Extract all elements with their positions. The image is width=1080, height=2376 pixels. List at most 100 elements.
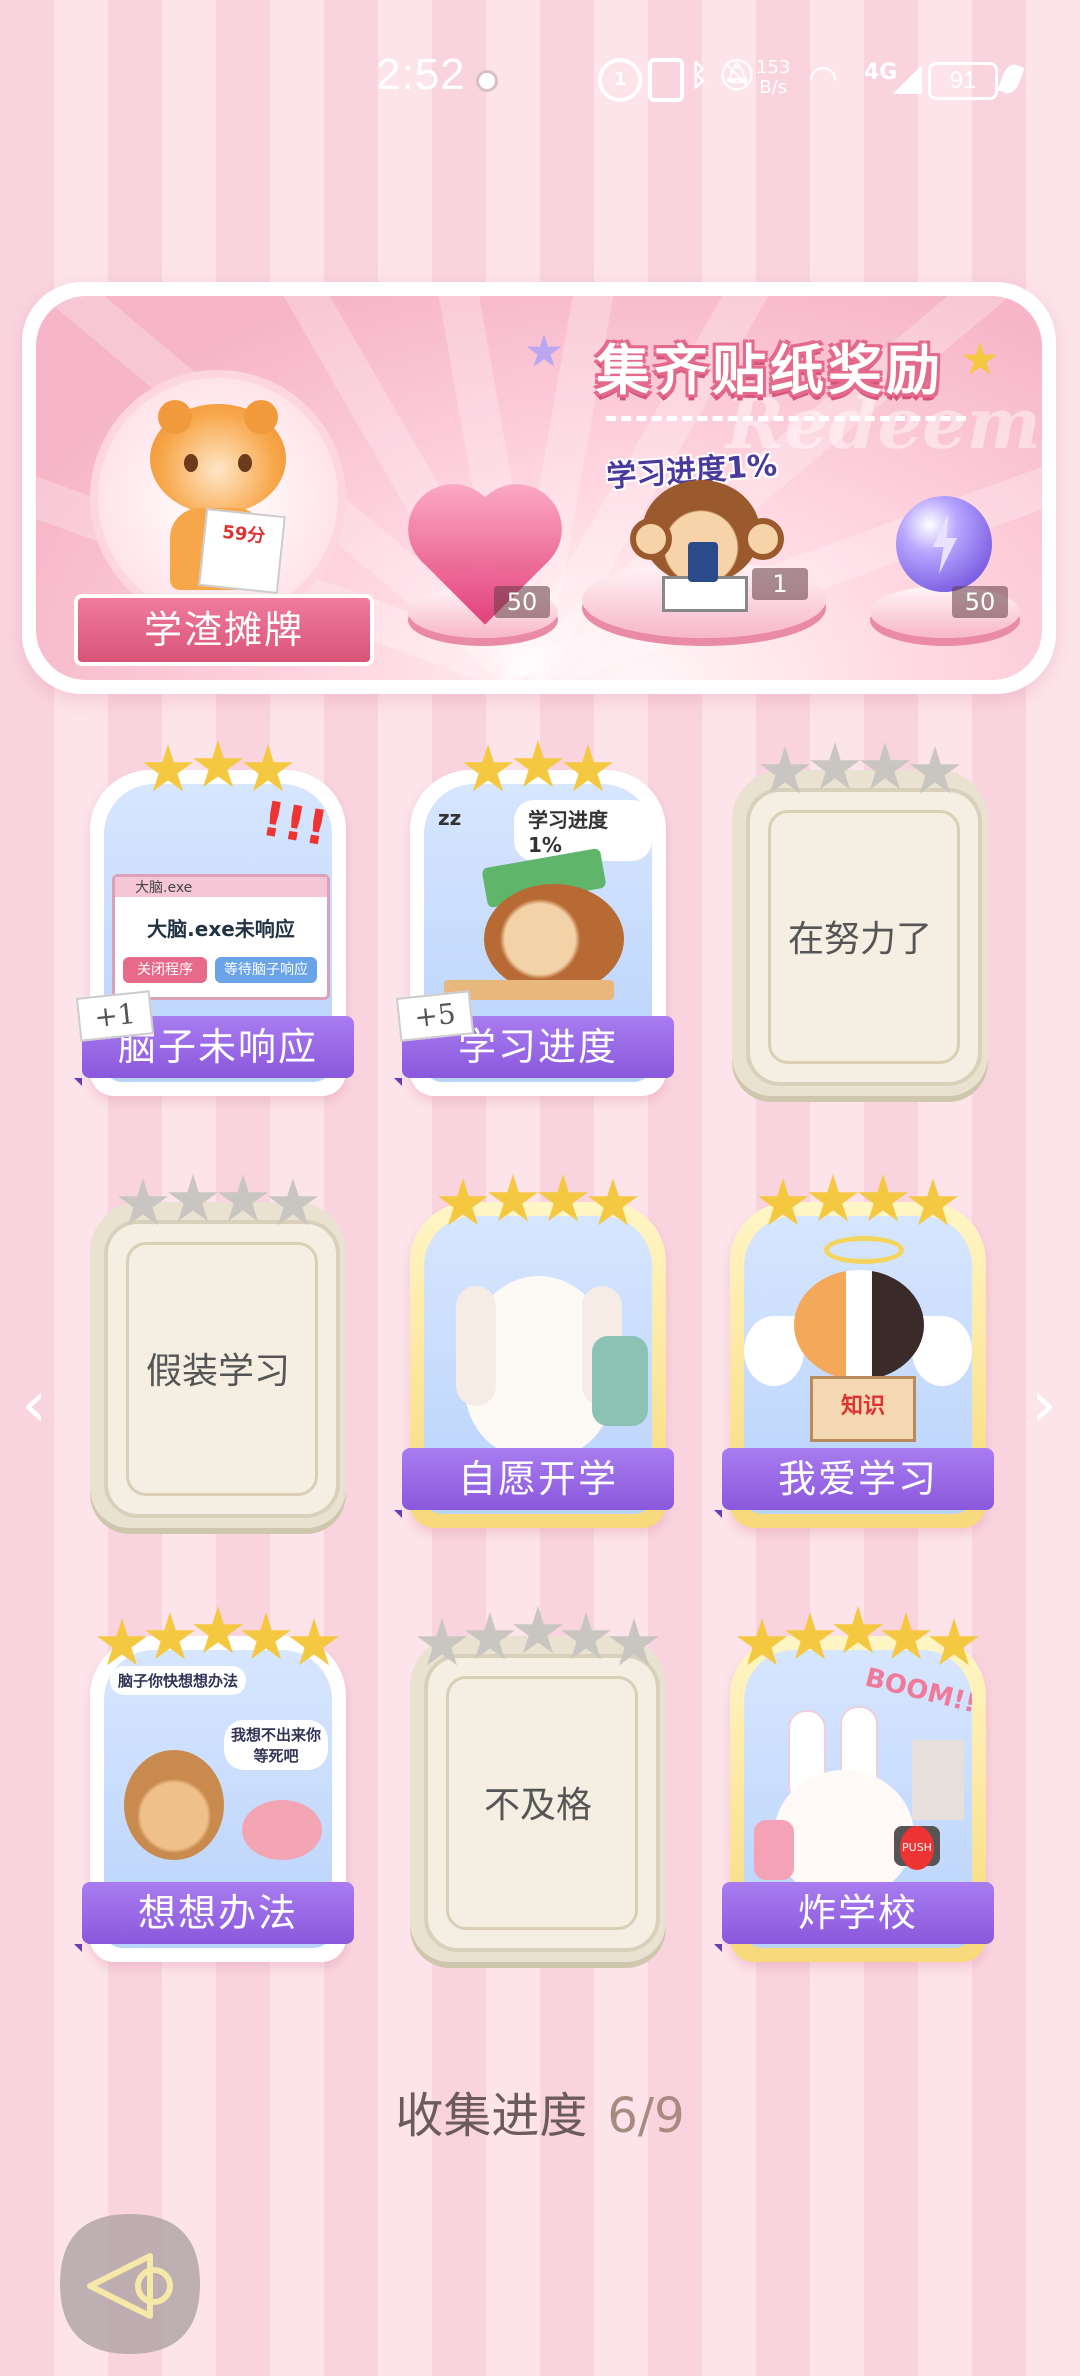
sticker-card-2[interactable]: 学习进度1% zz 学习进度 +5: [394, 740, 674, 1096]
sticker-card-9[interactable]: BOOM!! PUSH 炸学校: [714, 1606, 994, 1962]
speech-bubble: 脑子你快想想办法: [110, 1666, 247, 1695]
filled-star-icon: [143, 744, 193, 792]
signal-icon: [892, 66, 922, 94]
status-bar: 2:52 1 ᛒ 🔕︎ 153 B/s ◠ 4G 91: [0, 0, 1080, 150]
battery-indicator: 91: [928, 62, 998, 100]
chevron-left-icon[interactable]: ‹: [14, 1370, 54, 1440]
filled-star-icon: [145, 1612, 195, 1660]
lightning-orb-icon[interactable]: [896, 496, 992, 592]
avatar-frame[interactable]: 59分: [90, 370, 346, 626]
test-score: 59分: [221, 521, 267, 548]
filled-star-icon: [858, 1174, 908, 1222]
sleep-zz: zz: [438, 806, 462, 830]
exclaim-marks: !!!: [257, 790, 332, 858]
wifi-icon: ◠: [810, 58, 837, 98]
filled-star-icon: [785, 1612, 835, 1660]
sticker-card-7[interactable]: 脑子你快想想办法 我想不出来你等死吧 想想办法: [74, 1606, 354, 1962]
empty-star-icon: [168, 1174, 218, 1222]
empty-star-icon: [561, 1612, 611, 1660]
filled-star-icon: [241, 1612, 291, 1660]
locked-sticker-name: 在努力了: [787, 919, 932, 960]
star-rating: [410, 1172, 666, 1228]
phone: [688, 542, 718, 582]
empty-star-icon: [118, 1178, 168, 1226]
sticker-card-3[interactable]: 在努力了: [732, 740, 988, 1096]
push-button: PUSH: [900, 1826, 934, 1870]
speech-bubble: 我想不出来你等死吧: [224, 1720, 328, 1770]
calico-cat: [794, 1270, 924, 1380]
sticker-card-1[interactable]: !!! 大脑.exe 大脑.exe未响应 关闭程序 等待脑子响应 脑子未响应 +…: [74, 740, 354, 1096]
locked-sticker-name: 假装学习: [145, 1351, 290, 1392]
building: [912, 1740, 964, 1820]
net-speed: 153 B/s: [756, 58, 790, 98]
title-underline: [606, 416, 966, 421]
notification-dot-icon: [476, 70, 498, 92]
bluetooth-icon: ᛒ: [690, 58, 708, 93]
sticker-label: 我爱学习: [714, 1448, 994, 1518]
close-program-button: 关闭程序: [123, 957, 207, 983]
test-paper: 59分: [198, 508, 286, 594]
status-time: 2:52: [376, 50, 466, 99]
power-saving-leaf-icon: [997, 61, 1025, 97]
progress-value: 6/9: [607, 2088, 685, 2144]
mute-bell-icon: 🔕︎: [718, 58, 757, 93]
star-icon: [526, 334, 562, 367]
back-arrow-icon: [60, 2214, 200, 2354]
empty-star-icon: [465, 1612, 515, 1660]
bonus-tag: +1: [75, 990, 155, 1042]
chevron-right-icon[interactable]: ›: [1024, 1370, 1064, 1440]
detonator: PUSH: [894, 1826, 940, 1870]
error-window-title: 大脑.exe: [115, 877, 327, 897]
empty-star-icon: [910, 746, 960, 794]
filled-star-icon: [193, 740, 243, 788]
filled-star-icon: [463, 744, 513, 792]
filled-star-icon: [881, 1612, 931, 1660]
floating-back-button[interactable]: [50, 2204, 210, 2364]
locked-sticker-name: 不及格: [483, 1785, 592, 1826]
bunny-ear: [456, 1286, 496, 1406]
filled-star-icon: [513, 740, 563, 788]
banner-inner: Redeem 集齐贴纸奖励 59分 学渣摊牌 50 学习进度1% 1 50: [36, 296, 1042, 680]
error-window: 大脑.exe 大脑.exe未响应 关闭程序 等待脑子响应: [112, 874, 330, 1000]
empty-star-icon: [513, 1606, 563, 1654]
empty-star-icon: [218, 1174, 268, 1222]
bear: [124, 1750, 224, 1860]
lightning-bolt-icon: [933, 514, 957, 574]
bunny: [774, 1770, 914, 1900]
sticker-card-6[interactable]: 知识 我爱学习: [714, 1172, 994, 1528]
monkey-ear: [630, 518, 672, 560]
filled-star-icon: [563, 744, 613, 792]
sloth: [484, 884, 624, 994]
backpack: [592, 1336, 648, 1426]
star-rating: [90, 740, 346, 796]
filled-star-icon: [488, 1174, 538, 1222]
star-rating: [410, 1606, 666, 1666]
knowledge-book: 知识: [810, 1376, 916, 1442]
empty-star-icon: [268, 1178, 318, 1226]
filled-star-icon: [438, 1178, 488, 1226]
empty-star-icon: [810, 742, 860, 790]
filled-star-icon: [808, 1174, 858, 1222]
star-rating: [410, 740, 666, 796]
nfc-icon: [648, 58, 684, 102]
filled-star-icon: [193, 1606, 243, 1654]
empty-star-icon: [760, 746, 810, 794]
halo: [824, 1236, 904, 1264]
banner-title-wrap: 集齐贴纸奖励: [596, 326, 996, 406]
book-text: 知识: [840, 1394, 885, 1419]
filled-star-icon: [908, 1178, 958, 1226]
star-rating: [730, 1606, 986, 1666]
sticker-card-5[interactable]: 自愿开学: [394, 1172, 674, 1528]
sticker-label: 炸学校: [714, 1882, 994, 1952]
sticker-grid: !!! 大脑.exe 大脑.exe未响应 关闭程序 等待脑子响应 脑子未响应 +…: [0, 740, 1080, 2030]
error-message: 大脑.exe未响应: [147, 917, 295, 941]
sticker-card-4[interactable]: 假装学习: [90, 1172, 346, 1528]
tiger-ear: [158, 400, 192, 434]
star-rating: [730, 1172, 986, 1228]
sticker-card-8[interactable]: 不及格: [410, 1606, 666, 1962]
star-rating: [90, 1606, 346, 1666]
tiger-eye: [184, 454, 198, 472]
net-speed-unit: B/s: [759, 77, 788, 98]
bonus-tag: +5: [395, 990, 475, 1042]
empty-star-icon: [860, 742, 910, 790]
